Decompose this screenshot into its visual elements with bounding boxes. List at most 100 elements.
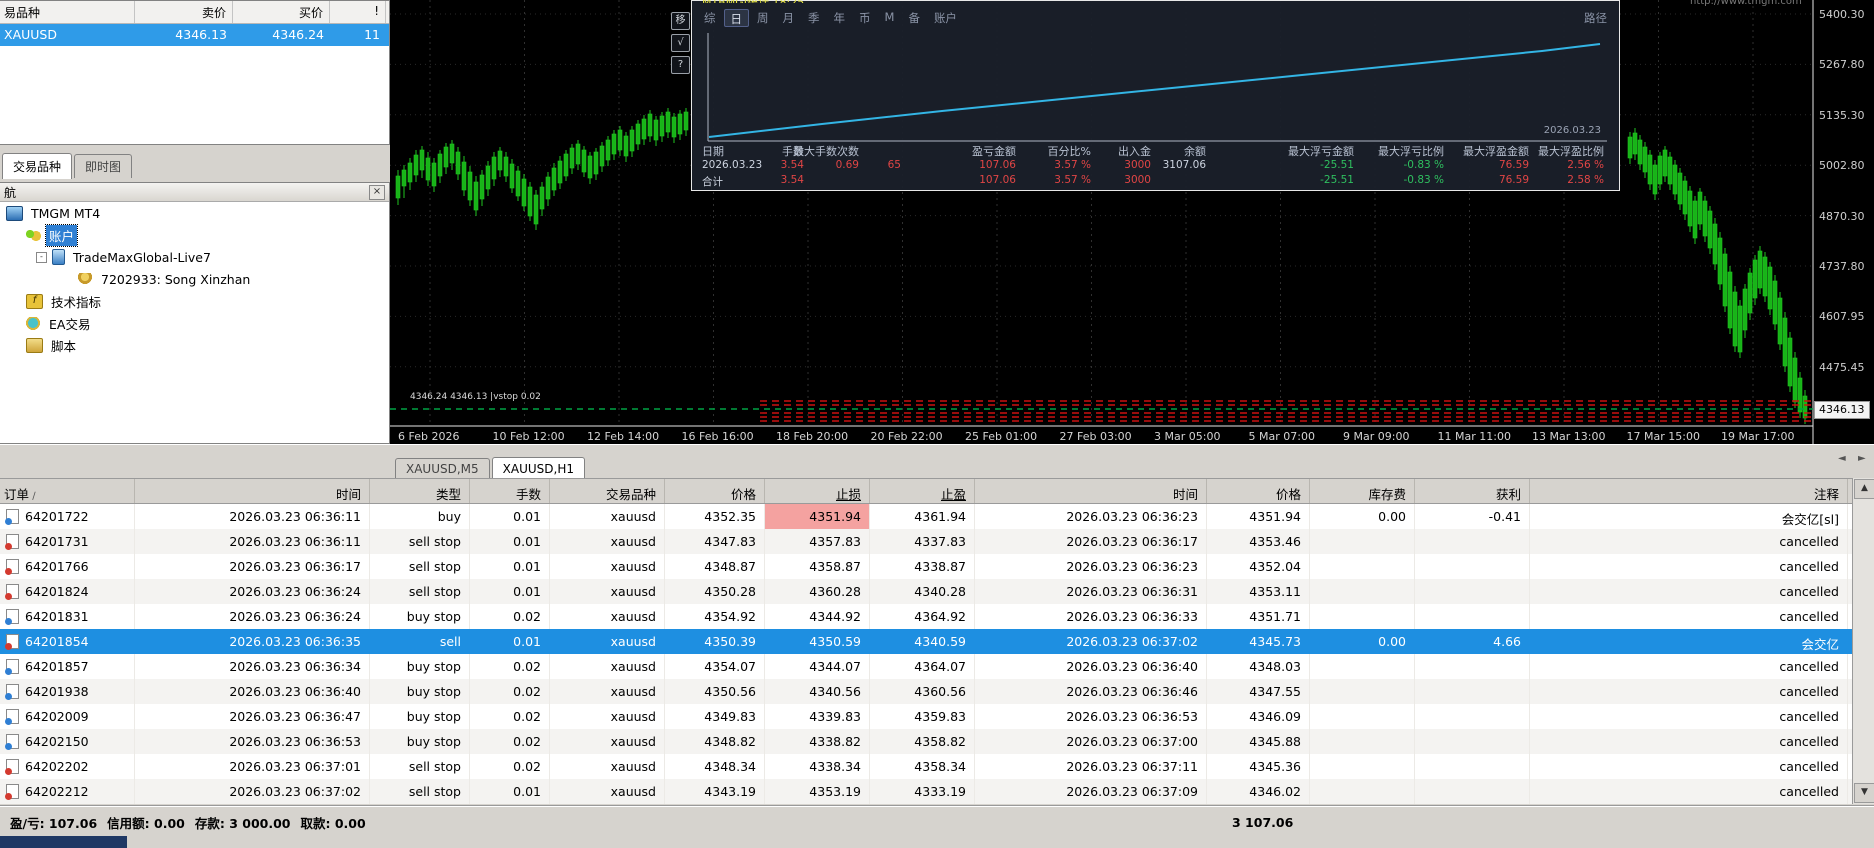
tab-scroll-right-icon[interactable]: ► <box>1858 453 1866 464</box>
chart-area[interactable]: http://www.tmgm.com 5400.30 5267.80 5135.3… <box>390 0 1874 446</box>
order-row[interactable]: 64201766 2026.03.23 06:36:17 sell stop 0.01… <box>0 554 1874 579</box>
orders-col-2[interactable]: 类型 <box>370 479 470 503</box>
order-cell <box>1310 729 1415 754</box>
symbol-row[interactable]: XAUUSD 4346.13 4346.24 11 <box>0 24 389 46</box>
order-cell: 4360.56 <box>870 679 975 704</box>
order-row[interactable]: 64201857 2026.03.23 06:36:34 buy stop 0.02 x… <box>0 654 1874 679</box>
bottom-strip <box>0 836 1874 848</box>
order-cell: 4350.39 <box>665 629 765 654</box>
order-cell: 64201857 <box>0 654 135 679</box>
overlay-col-header: 最大浮盈金额 <box>1463 145 1529 158</box>
overlay-total-cell: 3.57 % <box>1054 174 1091 186</box>
order-cell <box>1310 754 1415 779</box>
sell-order-icon <box>5 634 19 650</box>
chart-tab-xauusd-h1[interactable]: XAUUSD,H1 <box>491 457 585 480</box>
order-cell <box>1415 729 1530 754</box>
order-cell <box>1310 779 1415 804</box>
orders-col-8[interactable]: 时间 <box>975 479 1207 503</box>
price-label: 5400.30 <box>1819 8 1865 21</box>
order-cell <box>1310 579 1415 604</box>
order-cell: 4348.03 <box>1207 654 1310 679</box>
nav-item-f[interactable]: f 技术指标 <box>0 290 389 312</box>
order-cell: 4348.34 <box>665 754 765 779</box>
scroll-up-icon[interactable]: ▲ <box>1854 479 1874 499</box>
orders-col-3[interactable]: 手数 <box>470 479 550 503</box>
scroll-down-icon[interactable]: ▼ <box>1854 783 1874 803</box>
price-label: 4475.45 <box>1819 360 1865 374</box>
sell-order-icon <box>5 784 19 800</box>
orders-col-7[interactable]: 止盈 <box>870 479 975 503</box>
tab--[interactable]: 交易品种 <box>2 153 73 179</box>
order-cell: 4.66 <box>1415 629 1530 654</box>
order-cell: cancelled <box>1530 654 1848 679</box>
order-row[interactable]: 64201854 2026.03.23 06:36:35 sell 0.01 xauus… <box>0 629 1874 654</box>
col-buy[interactable]: 买价 <box>233 1 330 23</box>
order-cell <box>1310 704 1415 729</box>
order-row[interactable]: 64202212 2026.03.23 06:37:02 sell stop 0.01… <box>0 779 1874 804</box>
nav-label: 7202933: Song Xinzhan <box>101 271 251 287</box>
order-cell: 4348.82 <box>665 729 765 754</box>
nav-item-accounts[interactable]: 账户 <box>0 223 389 247</box>
help-icon[interactable]: ? <box>671 56 690 74</box>
order-cell: 0.00 <box>1310 504 1415 529</box>
orders-col-4[interactable]: 交易品种 <box>550 479 665 503</box>
orders-col-5[interactable]: 价格 <box>665 479 765 503</box>
order-row[interactable]: 64202009 2026.03.23 06:36:47 buy stop 0.02 x… <box>0 704 1874 729</box>
order-cell: 2026.03.23 06:36:24 <box>135 579 370 604</box>
order-cell: 0.01 <box>470 504 550 529</box>
order-row[interactable]: 64202150 2026.03.23 06:36:53 buy stop 0.02 x… <box>0 729 1874 754</box>
order-cell: 0.01 <box>470 629 550 654</box>
col-excl[interactable]: ! <box>330 1 386 23</box>
chart-watermark: http://www.tmgm.com <box>1690 0 1802 6</box>
overlay-total-cell: 76.59 <box>1498 174 1529 186</box>
chart-corner-text: 4346.24 4346.13 |vstop 0.02 <box>410 392 541 402</box>
order-cell: 4344.92 <box>765 604 870 629</box>
orders-scrollbar[interactable]: ▲ ▼ <box>1852 478 1874 804</box>
price-label: 4737.80 <box>1819 260 1865 273</box>
order-cell: 64201938 <box>0 679 135 704</box>
check-icon[interactable]: √ <box>671 34 690 52</box>
order-cell: buy stop <box>370 704 470 729</box>
order-row[interactable]: 64201824 2026.03.23 06:36:24 sell stop 0.01… <box>0 579 1874 604</box>
nav-item-server[interactable]: - TradeMaxGlobal-Live7 <box>0 246 389 268</box>
market-watch-rows: XAUUSD 4346.13 4346.24 11 <box>0 24 389 46</box>
nav-item-tmgm[interactable]: TMGM MT4 <box>0 202 389 224</box>
col-sell[interactable]: 卖价 <box>135 1 233 23</box>
order-cell: xauusd <box>550 529 665 554</box>
nav-item-ea[interactable]: EA交易 <box>0 312 389 334</box>
order-cell: 4344.07 <box>765 654 870 679</box>
order-row[interactable]: 64201831 2026.03.23 06:36:24 buy stop 0.02 x… <box>0 604 1874 629</box>
stats-overlay-panel[interactable]: MTBMGI统计 18:25 综日周月季年币M备账户路径 2026.03.23 … <box>691 0 1620 191</box>
orders-col-0[interactable]: 订单 ∕ <box>0 479 135 503</box>
date-label: 16 Feb 16:00 <box>681 430 754 443</box>
orders-col-9[interactable]: 价格 <box>1207 479 1310 503</box>
order-row[interactable]: 64202202 2026.03.23 06:37:01 sell stop 0.02… <box>0 754 1874 779</box>
orders-table-header: 订单 ∕ 时间 类型 手数 交易品种 价格 止损 止盈 时间 价格 库存费 获利 注释 <box>0 478 1874 504</box>
chart-tab-xauusd-m5[interactable]: XAUUSD,M5 <box>395 458 490 479</box>
order-row[interactable]: 64201722 2026.03.23 06:36:11 buy 0.01 xauusd… <box>0 504 1874 529</box>
orders-col-1[interactable]: 时间 <box>135 479 370 503</box>
tab--[interactable]: 即时图 <box>74 154 133 178</box>
orders-col-11[interactable]: 获利 <box>1415 479 1530 503</box>
objects-icon[interactable]: 移 <box>671 12 690 30</box>
overlay-col-header: 盈亏金额 <box>972 145 1016 158</box>
overlay-total-cell: 3000 <box>1124 174 1151 186</box>
overlay-total-cell: 合计 <box>702 176 723 188</box>
tree-expander-icon[interactable]: - <box>36 252 47 263</box>
col-symbol[interactable]: 易品种 <box>0 1 135 23</box>
order-cell: cancelled <box>1530 679 1848 704</box>
overlay-axis-date: 2026.03.23 <box>1543 125 1601 136</box>
close-icon[interactable]: × <box>369 184 385 200</box>
tab-scroll-left-icon[interactable]: ◄ <box>1838 453 1846 464</box>
order-cell: 4347.55 <box>1207 679 1310 704</box>
order-cell: 4339.83 <box>765 704 870 729</box>
orders-col-10[interactable]: 库存费 <box>1310 479 1415 503</box>
orders-col-12[interactable]: 注释 <box>1530 479 1848 503</box>
order-cell: 0.00 <box>1310 629 1415 654</box>
nav-item-script[interactable]: 脚本 <box>0 334 389 356</box>
order-cell: 4340.59 <box>870 629 975 654</box>
orders-col-6[interactable]: 止损 <box>765 479 870 503</box>
order-row[interactable]: 64201938 2026.03.23 06:36:40 buy stop 0.02 x… <box>0 679 1874 704</box>
nav-item-user[interactable]: 7202933: Song Xinzhan <box>0 268 389 290</box>
order-row[interactable]: 64201731 2026.03.23 06:36:11 sell stop 0.01… <box>0 529 1874 554</box>
